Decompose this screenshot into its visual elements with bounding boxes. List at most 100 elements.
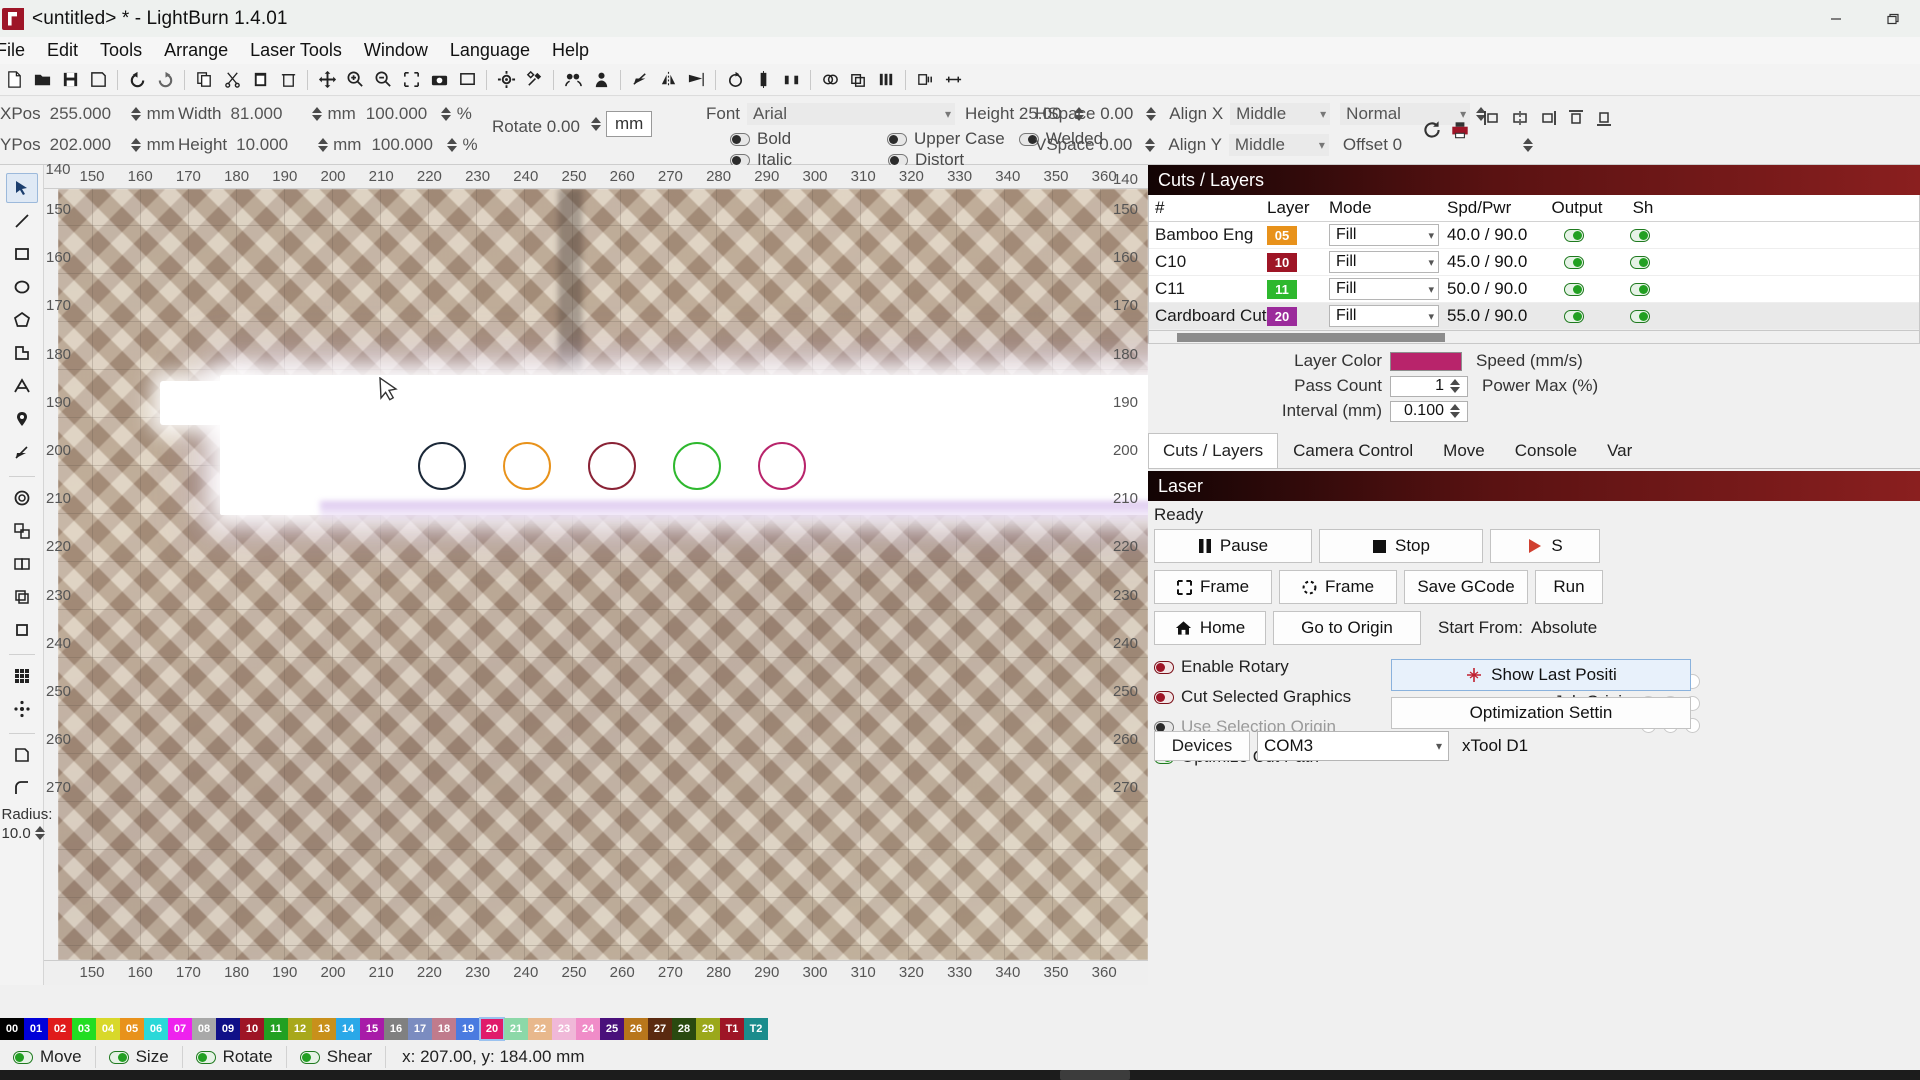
circle-2[interactable]	[503, 442, 551, 490]
print-cut-icon[interactable]	[911, 66, 939, 94]
output-toggle[interactable]	[1564, 225, 1591, 245]
go-to-origin-button[interactable]: Go to Origin	[1273, 611, 1421, 645]
palette-swatch-18[interactable]: 18	[432, 1018, 456, 1040]
palette-swatch-05[interactable]: 05	[120, 1018, 144, 1040]
tab-console[interactable]: Console	[1500, 433, 1592, 468]
weld-icon[interactable]	[816, 66, 844, 94]
trim-tool[interactable]	[6, 615, 38, 645]
array-icon[interactable]	[872, 66, 900, 94]
show-toggle[interactable]	[1630, 279, 1657, 299]
speed-power-value[interactable]: 55.0 / 90.0	[1443, 306, 1541, 326]
palette-swatch-28[interactable]: 28	[672, 1018, 696, 1040]
zoom-in-icon[interactable]	[341, 66, 369, 94]
output-toggle[interactable]	[1564, 252, 1591, 272]
mode-selector[interactable]: Fill▾	[1329, 251, 1439, 273]
tab-camera-control[interactable]: Camera Control	[1278, 433, 1428, 468]
align-left-icon[interactable]	[1478, 104, 1506, 132]
tab-var[interactable]: Var	[1592, 433, 1647, 468]
cut-icon[interactable]	[218, 66, 246, 94]
palette-swatch-29[interactable]: 29	[696, 1018, 720, 1040]
refresh-icon[interactable]	[1418, 116, 1446, 144]
table-row[interactable]: C1010Fill▾45.0 / 90.0	[1149, 249, 1919, 276]
offset-stepper[interactable]	[1521, 135, 1534, 155]
menu-help[interactable]: Help	[541, 37, 600, 64]
menu-tools[interactable]: Tools	[89, 37, 153, 64]
duplicate-tool[interactable]	[6, 582, 38, 612]
mode-selector[interactable]: Fill▾	[1329, 305, 1439, 327]
device-name-selector[interactable]: xTool D1	[1456, 731, 1652, 761]
table-row[interactable]: C1111Fill▾50.0 / 90.0	[1149, 276, 1919, 303]
units-selector[interactable]: mm	[606, 111, 652, 137]
zoom-out-icon[interactable]	[369, 66, 397, 94]
mode-cell[interactable]: Fill▾	[1325, 224, 1443, 246]
layer-swatch-cell[interactable]: 11	[1267, 280, 1325, 299]
font-selector[interactable]: Arial ▾	[747, 103, 955, 125]
width-value[interactable]: 81.000	[228, 103, 306, 125]
node-edit-icon[interactable]	[626, 66, 654, 94]
text-tool[interactable]	[6, 371, 38, 401]
height-percent-value[interactable]: 100.000	[369, 134, 441, 156]
hspace-label[interactable]: HSpace 0.00	[1035, 104, 1133, 124]
palette-swatch-06[interactable]: 06	[144, 1018, 168, 1040]
mode-cell[interactable]: Fill▾	[1325, 305, 1443, 327]
vspace-label[interactable]: VSpace 0.00	[1035, 135, 1132, 155]
palette-swatch-13[interactable]: 13	[312, 1018, 336, 1040]
radius-value[interactable]: 10.0	[2, 825, 31, 842]
redo-icon[interactable]	[151, 66, 179, 94]
palette-swatch-19[interactable]: 19	[456, 1018, 480, 1040]
position-tool[interactable]	[6, 404, 38, 434]
measure-icon[interactable]	[939, 66, 967, 94]
camera-icon[interactable]	[425, 66, 453, 94]
palette-swatch-14[interactable]: 14	[336, 1018, 360, 1040]
circle-1[interactable]	[418, 442, 466, 490]
palette-swatch-T2[interactable]: T2	[744, 1018, 768, 1040]
palette-swatch-21[interactable]: 21	[504, 1018, 528, 1040]
device-port-selector[interactable]: COM3 ▾	[1257, 731, 1449, 761]
menu-language[interactable]: Language	[439, 37, 541, 64]
height-value[interactable]: 10.000	[234, 134, 312, 156]
palette-swatch-17[interactable]: 17	[408, 1018, 432, 1040]
show-toggle[interactable]	[1630, 225, 1657, 245]
circle-5[interactable]	[758, 442, 806, 490]
palette-swatch-03[interactable]: 03	[72, 1018, 96, 1040]
menu-window[interactable]: Window	[353, 37, 439, 64]
xpos-stepper[interactable]	[130, 104, 143, 124]
height-percent-stepper[interactable]	[445, 135, 458, 155]
stop-button[interactable]: Stop	[1319, 529, 1483, 563]
pass-count-stepper[interactable]	[1448, 376, 1461, 396]
status-rotate-toggle[interactable]: Rotate	[183, 1046, 287, 1068]
interval-stepper[interactable]	[1448, 401, 1461, 421]
offset-shapes-icon[interactable]	[844, 66, 872, 94]
radius-corner-tool[interactable]	[6, 773, 38, 803]
align-right-icon[interactable]	[1534, 104, 1562, 132]
copy-along-path-tool[interactable]	[6, 516, 38, 546]
palette-swatch-23[interactable]: 23	[552, 1018, 576, 1040]
mode-cell[interactable]: Fill▾	[1325, 278, 1443, 300]
ungroup-icon[interactable]	[587, 66, 615, 94]
palette-swatch-01[interactable]: 01	[24, 1018, 48, 1040]
output-toggle[interactable]	[1564, 279, 1591, 299]
pass-count-input[interactable]: 1	[1390, 376, 1468, 397]
restore-button[interactable]	[1864, 0, 1920, 37]
offset-tool[interactable]	[6, 483, 38, 513]
width-percent-value[interactable]: 100.000	[364, 103, 436, 125]
frame-round-button[interactable]: Frame	[1279, 570, 1397, 604]
palette-swatch-20[interactable]: 20	[480, 1018, 504, 1040]
show-last-position-button[interactable]: Show Last Positi	[1391, 659, 1691, 691]
mirror-vertical-icon[interactable]	[682, 66, 710, 94]
device-settings-icon[interactable]	[520, 66, 548, 94]
palette-swatch-08[interactable]: 08	[192, 1018, 216, 1040]
move-icon[interactable]	[313, 66, 341, 94]
menu-file[interactable]: File	[0, 37, 36, 64]
palette-swatch-24[interactable]: 24	[576, 1018, 600, 1040]
copy-icon[interactable]	[190, 66, 218, 94]
design-canvas[interactable]	[58, 189, 1148, 960]
speed-power-value[interactable]: 50.0 / 90.0	[1443, 279, 1541, 299]
open-file-icon[interactable]	[28, 66, 56, 94]
speed-power-value[interactable]: 45.0 / 90.0	[1443, 252, 1541, 272]
align-x-selector[interactable]: Middle ▾	[1230, 103, 1330, 125]
palette-swatch-15[interactable]: 15	[360, 1018, 384, 1040]
width-percent-stepper[interactable]	[440, 104, 453, 124]
speed-power-value[interactable]: 40.0 / 90.0	[1443, 225, 1541, 245]
save-file-icon[interactable]	[56, 66, 84, 94]
